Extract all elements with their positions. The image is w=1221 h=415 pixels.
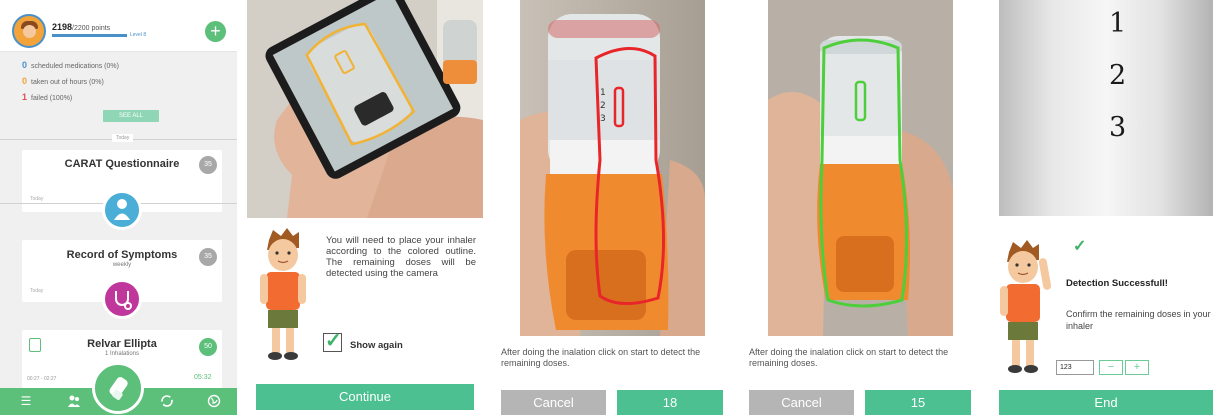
counter-digit: 3 bbox=[1109, 112, 1127, 143]
camera-view: 1 2 3 bbox=[520, 0, 705, 336]
counter-digit: 1 bbox=[1109, 8, 1127, 39]
continue-button[interactable]: Continue bbox=[256, 384, 474, 410]
legend-item: 1 failed (100%) bbox=[22, 92, 73, 102]
show-again-label: Show again bbox=[350, 340, 403, 351]
points-value: 2198 bbox=[52, 22, 73, 32]
questionnaire-icon[interactable] bbox=[102, 190, 142, 230]
time-remaining: 05:32 bbox=[194, 374, 212, 381]
instruction-caption: After doing the inalation click on start… bbox=[501, 347, 701, 368]
list-icon[interactable]: ☰ bbox=[19, 394, 33, 408]
legend-item: 0 scheduled medications (0%) bbox=[22, 60, 119, 70]
cancel-button[interactable]: Cancel bbox=[749, 390, 854, 415]
card-title: Relvar Ellipta bbox=[87, 338, 157, 350]
points-progress-bar bbox=[52, 34, 127, 37]
scan-misaligned-screen: 1 2 3 After doing the inalation click on… bbox=[497, 0, 729, 415]
sync-icon[interactable] bbox=[160, 394, 174, 408]
counter-digit: 2 bbox=[1109, 60, 1127, 91]
camera-view bbox=[768, 0, 953, 336]
dose-counter-closeup: 1 2 3 bbox=[999, 0, 1213, 216]
dose-count-input[interactable]: 123 bbox=[1056, 360, 1094, 375]
phone-scanning-photo bbox=[247, 0, 483, 218]
dose-count-button[interactable]: 18 bbox=[617, 390, 723, 415]
checkmark-icon: ✓ bbox=[325, 330, 342, 352]
detection-result-screen: 1 2 3 ✓ Detection Successfull! Confirm t… bbox=[993, 0, 1221, 415]
confirm-text: Confirm the remaining doses in your inha… bbox=[1066, 309, 1211, 331]
card-today: Today bbox=[30, 196, 44, 202]
points-total: /2200 points bbox=[72, 25, 111, 32]
plus-icon: + bbox=[210, 21, 221, 41]
card-title: Record of Symptoms bbox=[66, 249, 178, 261]
decrement-button[interactable]: − bbox=[1099, 360, 1123, 375]
inhaler-icon[interactable] bbox=[92, 362, 144, 414]
end-button[interactable]: End bbox=[999, 390, 1213, 415]
points-badge: 35 bbox=[199, 156, 217, 174]
legend-item: 0 taken out of hours (0%) bbox=[22, 76, 104, 86]
stethoscope-icon[interactable] bbox=[102, 279, 142, 319]
boy-character bbox=[253, 228, 313, 363]
instruction-text: You will need to place your inhaler acco… bbox=[326, 235, 476, 279]
card-title: CARAT Questionnaire bbox=[64, 158, 180, 170]
people-icon[interactable] bbox=[67, 394, 81, 408]
avatar[interactable] bbox=[12, 14, 46, 48]
points-display: 2198/2200 points bbox=[52, 22, 110, 32]
card-subtitle: 1 Inhalations bbox=[104, 351, 140, 357]
success-title: Detection Successfull! bbox=[1066, 278, 1168, 289]
see-all-button[interactable]: SEE ALL bbox=[103, 110, 159, 122]
today-label: Today bbox=[112, 134, 134, 142]
level-label: Level 8 bbox=[130, 32, 147, 38]
card-today: Today bbox=[30, 288, 44, 294]
points-badge: 35 bbox=[199, 248, 217, 266]
svg-text:3: 3 bbox=[600, 114, 606, 124]
waving-boy-character bbox=[995, 238, 1057, 378]
add-button[interactable]: + bbox=[205, 21, 226, 42]
card-subtitle: weekly bbox=[112, 262, 132, 268]
show-again-checkbox[interactable]: ✓ bbox=[323, 330, 342, 352]
points-header: 2198/2200 points Level 8 + bbox=[0, 0, 237, 52]
svg-text:2: 2 bbox=[600, 101, 606, 111]
dose-count-button[interactable]: 15 bbox=[865, 390, 971, 415]
svg-text:1: 1 bbox=[600, 88, 606, 98]
increment-button[interactable]: + bbox=[1125, 360, 1149, 375]
success-check-icon: ✓ bbox=[1073, 238, 1087, 255]
globe-icon[interactable] bbox=[207, 394, 221, 408]
instruction-caption: After doing the inalation click on start… bbox=[749, 347, 949, 368]
cancel-button[interactable]: Cancel bbox=[501, 390, 606, 415]
time-range: 00:27 - 02:27 bbox=[27, 376, 57, 382]
scan-aligned-screen: After doing the inalation click on start… bbox=[745, 0, 978, 415]
medication-legend: 0 scheduled medications (0%) 0 taken out o… bbox=[22, 58, 119, 106]
points-badge: 50 bbox=[199, 338, 217, 356]
dashboard-screen: 2198/2200 points Level 8 + 0 scheduled me… bbox=[0, 0, 237, 415]
outline-intro-screen: You will need to place your inhaler acco… bbox=[247, 0, 483, 415]
